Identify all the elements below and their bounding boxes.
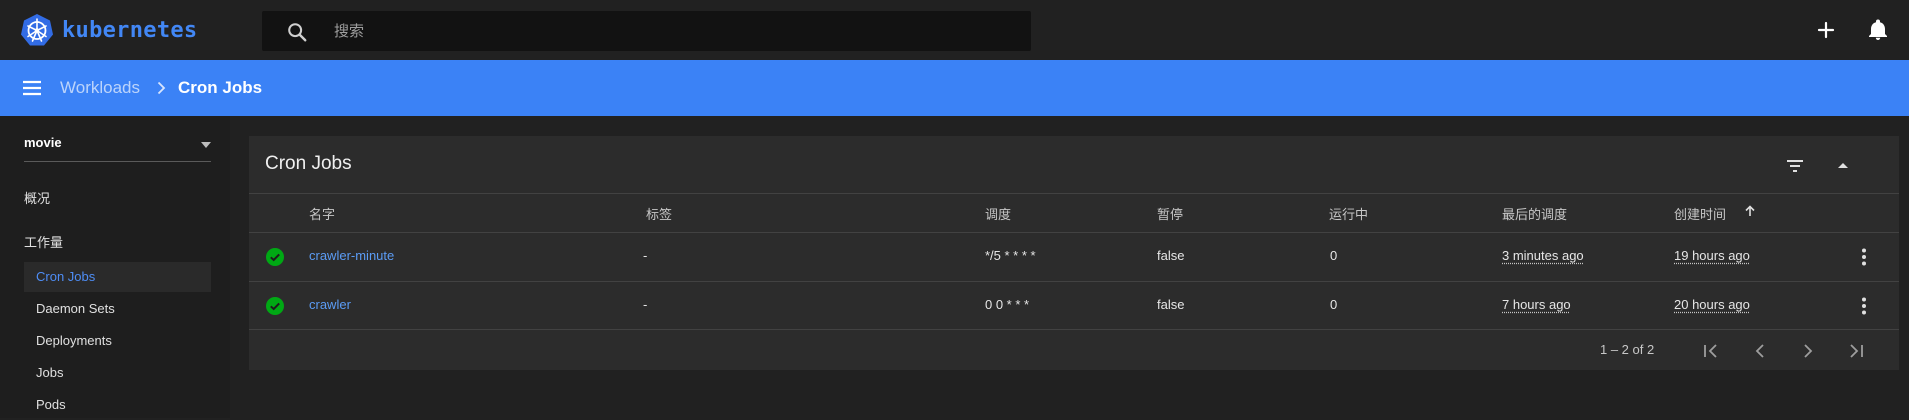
- chevron-right-icon: [153, 80, 169, 96]
- table-row[interactable]: crawler - 0 0 * * * false 0 7 hours ago …: [249, 281, 1899, 329]
- cell-created: 20 hours ago: [1674, 297, 1750, 312]
- breadcrumb-current: Cron Jobs: [178, 78, 262, 98]
- last-page-icon[interactable]: [1845, 340, 1867, 362]
- search-bar[interactable]: [262, 11, 1031, 51]
- divider: [249, 329, 1899, 330]
- sidebar-item-overview[interactable]: 概况: [24, 188, 50, 207]
- breadcrumb-workloads[interactable]: Workloads: [60, 78, 140, 98]
- success-status-icon: [266, 248, 284, 266]
- top-bar: kubernetes: [0, 0, 1909, 60]
- namespace-select[interactable]: movie: [24, 132, 211, 162]
- divider: [249, 193, 1899, 194]
- column-header-suspend: 暂停: [1157, 204, 1183, 223]
- cell-active: 0: [1330, 297, 1337, 312]
- cell-active: 0: [1330, 248, 1337, 263]
- menu-icon[interactable]: [20, 76, 44, 100]
- sort-arrow-up-icon[interactable]: [1743, 204, 1757, 218]
- success-status-icon: [266, 297, 284, 315]
- cell-created: 19 hours ago: [1674, 248, 1750, 263]
- cell-labels: -: [643, 248, 647, 263]
- column-header-created[interactable]: 创建时间: [1674, 204, 1726, 223]
- app-name: kubernetes: [62, 18, 197, 43]
- bell-icon[interactable]: [1866, 18, 1890, 42]
- breadcrumb: Workloads Cron Jobs: [0, 60, 1909, 116]
- table-row[interactable]: crawler-minute - */5 * * * * false 0 3 m…: [249, 232, 1899, 280]
- filter-icon[interactable]: [1783, 154, 1807, 178]
- collapse-icon[interactable]: [1831, 154, 1855, 178]
- search-icon: [286, 21, 308, 43]
- cell-suspend: false: [1157, 248, 1184, 263]
- previous-page-icon[interactable]: [1749, 340, 1771, 362]
- sidebar-item-cron-jobs[interactable]: Cron Jobs: [24, 262, 211, 292]
- cell-last-schedule: 7 hours ago: [1502, 297, 1571, 312]
- column-header-name[interactable]: 名字: [309, 204, 335, 223]
- sidebar-item-daemon-sets[interactable]: Daemon Sets: [24, 294, 211, 324]
- namespace-value: movie: [24, 135, 62, 150]
- more-vert-icon[interactable]: [1853, 246, 1875, 268]
- more-vert-icon[interactable]: [1853, 295, 1875, 317]
- card-title: Cron Jobs: [265, 153, 352, 175]
- pagination-range: 1 – 2 of 2: [1600, 342, 1654, 357]
- sidebar: movie 概况 工作量 Cron Jobs Daemon Sets Deplo…: [0, 116, 230, 418]
- plus-icon[interactable]: [1814, 18, 1838, 42]
- kubernetes-helm-icon: [20, 13, 54, 47]
- column-header-last-schedule[interactable]: 最后的调度: [1502, 204, 1567, 223]
- cronjob-name-link[interactable]: crawler: [309, 297, 351, 312]
- sidebar-item-jobs[interactable]: Jobs: [24, 358, 211, 388]
- column-header-labels: 标签: [646, 204, 672, 223]
- caret-down-icon: [201, 142, 211, 148]
- next-page-icon[interactable]: [1797, 340, 1819, 362]
- sidebar-item-deployments[interactable]: Deployments: [24, 326, 211, 356]
- column-header-active: 运行中: [1329, 204, 1368, 223]
- column-header-schedule: 调度: [985, 204, 1011, 223]
- cell-last-schedule: 3 minutes ago: [1502, 248, 1584, 263]
- cell-schedule: 0 0 * * *: [985, 297, 1029, 312]
- cell-suspend: false: [1157, 297, 1184, 312]
- cell-labels: -: [643, 297, 647, 312]
- cronjob-name-link[interactable]: crawler-minute: [309, 248, 394, 263]
- sidebar-item-pods[interactable]: Pods: [24, 390, 211, 420]
- kubernetes-logo[interactable]: kubernetes: [20, 13, 197, 47]
- cell-schedule: */5 * * * *: [985, 248, 1036, 263]
- cron-jobs-card: Cron Jobs 名字 标签 调度 暂停 运行中 最后的调度 创建时间 cra…: [249, 136, 1899, 370]
- first-page-icon[interactable]: [1700, 340, 1722, 362]
- search-input[interactable]: [332, 11, 1012, 51]
- sidebar-heading-workloads[interactable]: 工作量: [24, 232, 63, 251]
